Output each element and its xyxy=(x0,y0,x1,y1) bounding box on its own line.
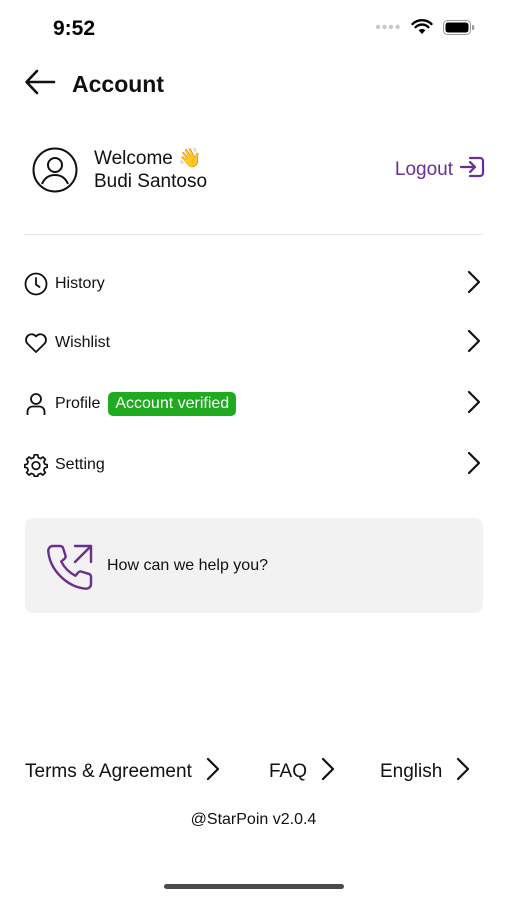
status-time: 9:52 xyxy=(53,17,96,40)
logout-button[interactable]: Logout xyxy=(395,155,485,185)
menu-item-profile[interactable]: Profile Account verified xyxy=(24,379,483,429)
user-circle-icon xyxy=(32,147,78,193)
help-text: How can we help you? xyxy=(107,556,268,574)
home-indicator xyxy=(164,884,344,889)
welcome-text: Welcome 👋 xyxy=(94,148,202,169)
status-bar: 9:52 xyxy=(0,0,507,60)
logout-icon xyxy=(459,155,485,185)
terms-label: Terms & Agreement xyxy=(25,761,192,782)
logout-label: Logout xyxy=(394,159,453,180)
language-link[interactable]: English xyxy=(380,757,470,787)
footer-links: Terms & Agreement FAQ English xyxy=(25,752,481,792)
help-card[interactable]: How can we help you? xyxy=(25,518,483,613)
clock-icon xyxy=(24,272,48,296)
status-icons xyxy=(375,19,475,35)
menu-item-label: Profile xyxy=(55,395,101,412)
user-card: Welcome 👋 Budi Santoso Logout xyxy=(32,138,485,202)
chevron-right-icon xyxy=(467,390,481,419)
phone-outgoing-icon xyxy=(45,540,97,592)
chevron-right-icon xyxy=(467,329,481,358)
chevron-right-icon xyxy=(467,270,481,299)
back-button[interactable] xyxy=(22,66,58,102)
chevron-right-icon xyxy=(321,757,335,787)
chevron-right-icon xyxy=(467,451,481,480)
menu-item-wishlist[interactable]: Wishlist xyxy=(24,318,483,368)
status-badge: Account verified xyxy=(108,392,237,416)
chevron-right-icon xyxy=(206,757,220,787)
arrow-left-icon xyxy=(24,69,56,100)
signal-dots-icon xyxy=(375,23,401,31)
terms-link[interactable]: Terms & Agreement xyxy=(25,757,220,787)
language-label: English xyxy=(380,761,443,782)
divider xyxy=(24,234,483,235)
menu-item-label: Wishlist xyxy=(55,334,111,351)
user-name: Budi Santoso xyxy=(94,171,208,192)
menu-item-label: Setting xyxy=(55,456,105,473)
user-greeting: Welcome 👋 Budi Santoso xyxy=(94,147,207,193)
faq-link[interactable]: FAQ xyxy=(269,757,335,787)
wifi-icon xyxy=(411,19,433,35)
app-version: @StarPoin v2.0.4 xyxy=(190,811,317,828)
battery-icon xyxy=(443,19,475,35)
gear-icon xyxy=(24,453,48,477)
page-title: Account xyxy=(72,70,164,97)
menu-item-setting[interactable]: Setting xyxy=(24,440,483,490)
menu-item-history[interactable]: History xyxy=(24,259,483,309)
menu-item-label: History xyxy=(55,275,105,292)
faq-label: FAQ xyxy=(269,761,308,782)
chevron-right-icon xyxy=(456,757,470,787)
heart-icon xyxy=(24,331,48,355)
person-icon xyxy=(24,392,48,416)
header: Account xyxy=(22,62,485,106)
